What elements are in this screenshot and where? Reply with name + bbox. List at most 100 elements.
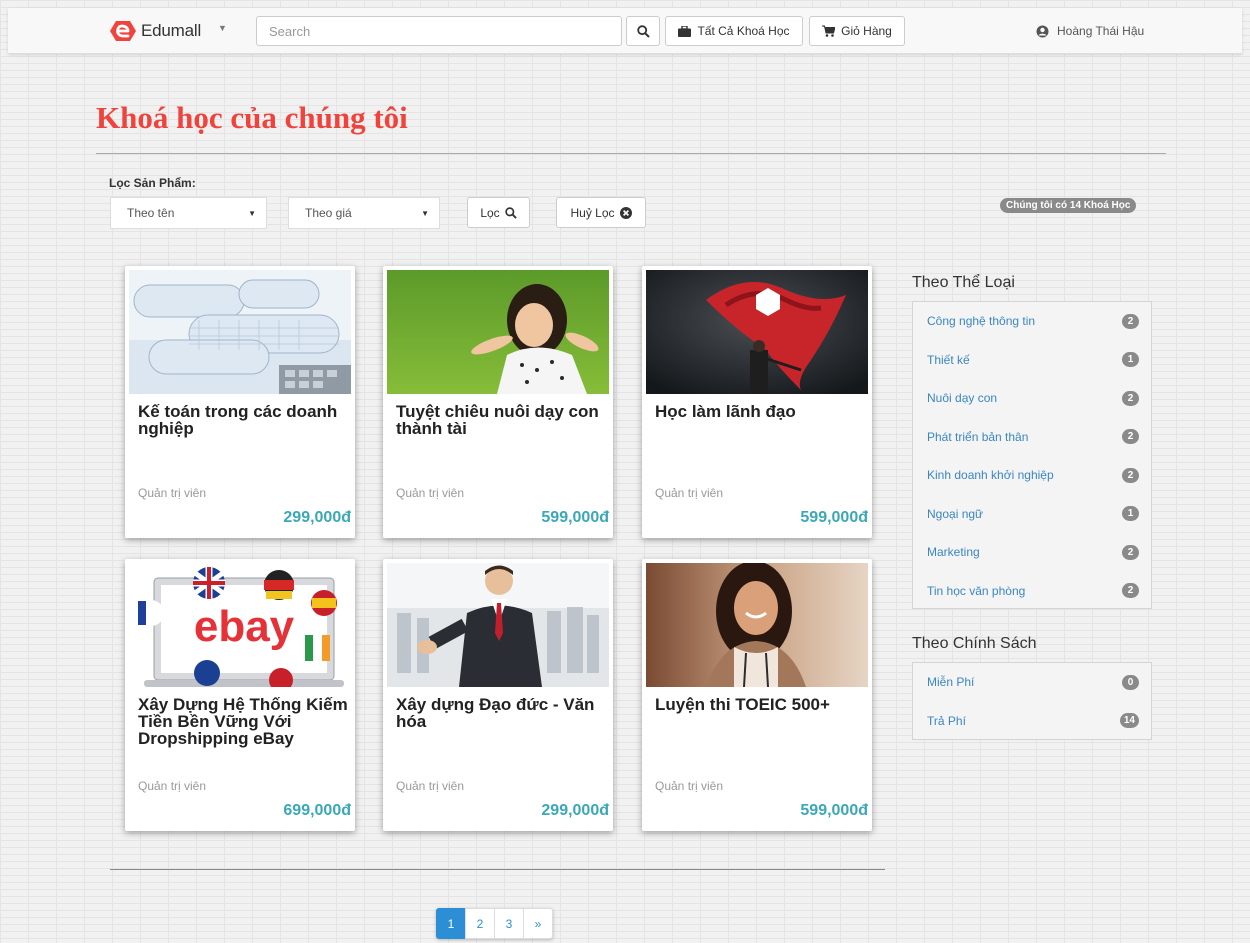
course-thumbnail <box>646 270 868 394</box>
caret-down-icon: ▼ <box>421 208 429 218</box>
course-card[interactable]: ebay Xây Dựng Hệ Thống Kiếm Tiền Bền Vữn… <box>125 559 355 831</box>
course-author: Quản trị viên <box>138 779 207 793</box>
course-price: 599,000đ <box>800 509 868 526</box>
category-count-badge: 2 <box>1122 467 1139 483</box>
category-count-badge: 1 <box>1122 352 1139 368</box>
category-label: Tin học văn phòng <box>927 583 1026 598</box>
briefcase-icon <box>678 25 692 37</box>
page-3-button[interactable]: 3 <box>494 908 524 939</box>
policy-heading: Theo Chính Sách <box>912 635 1037 652</box>
title-divider <box>96 153 1166 154</box>
policy-count-badge: 0 <box>1122 674 1139 690</box>
all-courses-button[interactable]: Tất Cả Khoá Học <box>665 16 803 46</box>
all-courses-label: Tất Cả Khoá Học <box>697 24 790 38</box>
course-card[interactable]: Luyện thi TOEIC 500+ Quản trị viên 599,0… <box>642 559 872 831</box>
course-title[interactable]: Luyện thi TOEIC 500+ <box>655 696 867 713</box>
page-2-button[interactable]: 2 <box>465 908 495 939</box>
categories-heading: Theo Thể Loại <box>912 274 1015 291</box>
course-card[interactable]: Kế toán trong các doanh nghiệp Quản trị … <box>125 266 355 538</box>
category-item[interactable]: Ngoại ngữ 1 <box>913 495 1151 534</box>
filter-label: Lọc Sản Phẩm: <box>109 176 196 190</box>
clear-filter-label: Huỷ Lọc <box>570 205 615 220</box>
category-label: Marketing <box>927 545 980 560</box>
policy-label: Miễn Phí <box>927 675 975 690</box>
course-card[interactable]: Học làm lãnh đạo Quản trị viên 599,000đ <box>642 266 872 538</box>
course-title[interactable]: Xây dựng Đạo đức - Văn hóa <box>396 696 608 730</box>
category-count-badge: 1 <box>1122 506 1139 522</box>
page-1-button[interactable]: 1 <box>436 908 466 939</box>
course-author: Quản trị viên <box>655 486 724 500</box>
pagination: 1 2 3 » <box>436 908 553 939</box>
category-item[interactable]: Thiết kế 1 <box>913 341 1151 380</box>
course-thumbnail: ebay <box>129 563 351 687</box>
course-author: Quản trị viên <box>396 486 465 500</box>
category-item[interactable]: Công nghệ thông tin 2 <box>913 302 1151 341</box>
course-price: 299,000đ <box>541 802 609 819</box>
course-count-badge: Chúng tôi có 14 Khoá Học <box>1000 198 1137 213</box>
course-price: 699,000đ <box>283 802 351 819</box>
category-label: Công nghệ thông tin <box>927 314 1036 329</box>
course-thumbnail <box>387 270 609 394</box>
course-thumbnail <box>387 563 609 687</box>
user-name: Hoàng Thái Hậu <box>1057 24 1145 38</box>
course-price: 599,000đ <box>541 509 609 526</box>
category-item[interactable]: Kinh doanh khởi nghiệp 2 <box>913 456 1151 495</box>
category-label: Thiết kế <box>927 352 970 367</box>
course-title[interactable]: Tuyệt chiêu nuôi dạy con thành tài <box>396 403 608 437</box>
course-author: Quản trị viên <box>138 486 207 500</box>
clear-filter-button[interactable]: Huỷ Lọc <box>556 197 646 228</box>
category-label: Kinh doanh khởi nghiệp <box>927 468 1054 483</box>
category-label: Ngoại ngữ <box>927 506 984 521</box>
next-page-button[interactable]: » <box>523 908 553 939</box>
brand-logo[interactable]: Edumall <box>110 18 201 44</box>
cart-button[interactable]: Giỏ Hàng <box>809 16 905 46</box>
category-count-badge: 2 <box>1122 390 1139 406</box>
sort-by-price-select[interactable]: Theo giá ▼ <box>288 197 440 229</box>
course-author: Quản trị viên <box>655 779 724 793</box>
category-count-badge: 2 <box>1122 429 1139 445</box>
ebay-logo-text: ebay <box>194 602 295 651</box>
policy-count-badge: 14 <box>1119 713 1139 729</box>
policy-item[interactable]: Trả Phí 14 <box>913 702 1151 741</box>
category-item[interactable]: Nuôi dạy con 2 <box>913 379 1151 418</box>
course-card[interactable]: Tuyệt chiêu nuôi dạy con thành tài Quản … <box>383 266 613 538</box>
category-item[interactable]: Marketing 2 <box>913 533 1151 572</box>
course-thumbnail <box>646 563 868 687</box>
course-title[interactable]: Xây Dựng Hệ Thống Kiếm Tiền Bền Vững Với… <box>138 696 350 747</box>
category-count-badge: 2 <box>1122 583 1139 599</box>
caret-down-icon: ▼ <box>248 208 256 218</box>
category-item[interactable]: Tin học văn phòng 2 <box>913 572 1151 611</box>
search-input[interactable] <box>256 16 622 46</box>
search-icon <box>504 206 517 219</box>
edumall-logo-icon <box>110 21 136 41</box>
course-title[interactable]: Kế toán trong các doanh nghiệp <box>138 403 350 437</box>
user-menu[interactable]: Hoàng Thái Hậu <box>1036 24 1144 38</box>
cart-icon <box>822 25 836 37</box>
search-button[interactable] <box>626 16 660 46</box>
sort-by-price-value: Theo giá <box>305 206 352 220</box>
filter-button-label: Lọc <box>480 205 500 220</box>
course-thumbnail <box>129 270 351 394</box>
sort-by-name-value: Theo tên <box>127 206 175 220</box>
search-icon <box>636 24 650 38</box>
course-title[interactable]: Học làm lãnh đạo <box>655 403 867 420</box>
course-price: 299,000đ <box>283 509 351 526</box>
content-divider <box>110 869 885 870</box>
sort-by-name-select[interactable]: Theo tên ▼ <box>110 197 267 229</box>
brand-name: Edumall <box>141 21 202 40</box>
brand-dropdown-icon[interactable]: ▼ <box>218 23 227 33</box>
category-label: Phát triển bản thân <box>927 429 1029 444</box>
remove-circle-icon <box>619 206 632 219</box>
policy-panel: Miễn Phí 0 Trả Phí 14 <box>912 662 1152 740</box>
category-label: Nuôi dạy con <box>927 391 998 406</box>
user-circle-icon <box>1036 25 1049 37</box>
categories-panel: Công nghệ thông tin 2 Thiết kế 1 Nuôi dạ… <box>912 301 1152 609</box>
policy-label: Trả Phí <box>927 713 966 728</box>
cart-label: Giỏ Hàng <box>841 24 892 38</box>
category-count-badge: 2 <box>1122 544 1139 560</box>
filter-button[interactable]: Lọc <box>467 197 530 228</box>
course-card[interactable]: Xây dựng Đạo đức - Văn hóa Quản trị viên… <box>383 559 613 831</box>
policy-item[interactable]: Miễn Phí 0 <box>913 663 1151 702</box>
course-author: Quản trị viên <box>396 779 465 793</box>
category-item[interactable]: Phát triển bản thân 2 <box>913 418 1151 457</box>
